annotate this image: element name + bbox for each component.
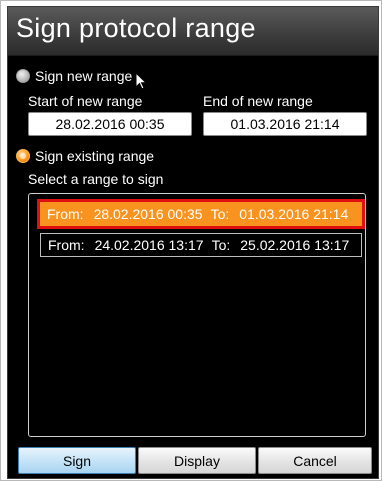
- mouse-pointer-icon: [135, 71, 148, 90]
- start-of-new-range-label: Start of new range: [28, 93, 143, 109]
- select-range-label: Select a range to sign: [28, 171, 164, 187]
- sign-existing-range-label: Sign existing range: [35, 148, 155, 164]
- to-label: To:: [211, 237, 231, 253]
- from-value: 28.02.2016 00:35: [93, 206, 203, 222]
- screenshot-frame: Sign protocol range Sign new range Start…: [0, 0, 382, 481]
- range-list-item-selected[interactable]: From: 28.02.2016 00:35 To: 01.03.2016 21…: [37, 199, 365, 229]
- sign-protocol-range-dialog: Sign protocol range Sign new range Start…: [7, 6, 379, 479]
- to-value: 25.02.2016 13:17: [240, 237, 350, 253]
- end-of-new-range-label: End of new range: [203, 93, 313, 109]
- sign-new-range-radio[interactable]: [16, 69, 30, 83]
- from-label: From:: [48, 237, 85, 253]
- sign-new-range-label: Sign new range: [35, 68, 133, 84]
- range-list[interactable]: From: 28.02.2016 00:35 To: 01.03.2016 21…: [28, 193, 366, 437]
- sign-existing-range-radio[interactable]: [16, 149, 30, 163]
- from-label: From:: [47, 206, 84, 222]
- cancel-button[interactable]: Cancel: [258, 447, 372, 474]
- from-value: 24.02.2016 13:17: [94, 237, 204, 253]
- sign-button[interactable]: Sign: [18, 447, 136, 474]
- sign-new-range-option[interactable]: Sign new range: [16, 66, 132, 86]
- display-button[interactable]: Display: [138, 447, 256, 474]
- to-value: 01.03.2016 21:14: [239, 206, 349, 222]
- range-list-item[interactable]: From: 24.02.2016 13:17 To: 25.02.2016 13…: [40, 233, 362, 257]
- end-of-new-range-field[interactable]: 01.03.2016 21:14: [203, 112, 367, 136]
- to-label: To:: [210, 206, 230, 222]
- dialog-title: Sign protocol range: [16, 13, 256, 43]
- start-of-new-range-field[interactable]: 28.02.2016 00:35: [28, 112, 192, 136]
- title-bar: Sign protocol range: [8, 7, 378, 56]
- sign-existing-range-option[interactable]: Sign existing range: [16, 146, 154, 166]
